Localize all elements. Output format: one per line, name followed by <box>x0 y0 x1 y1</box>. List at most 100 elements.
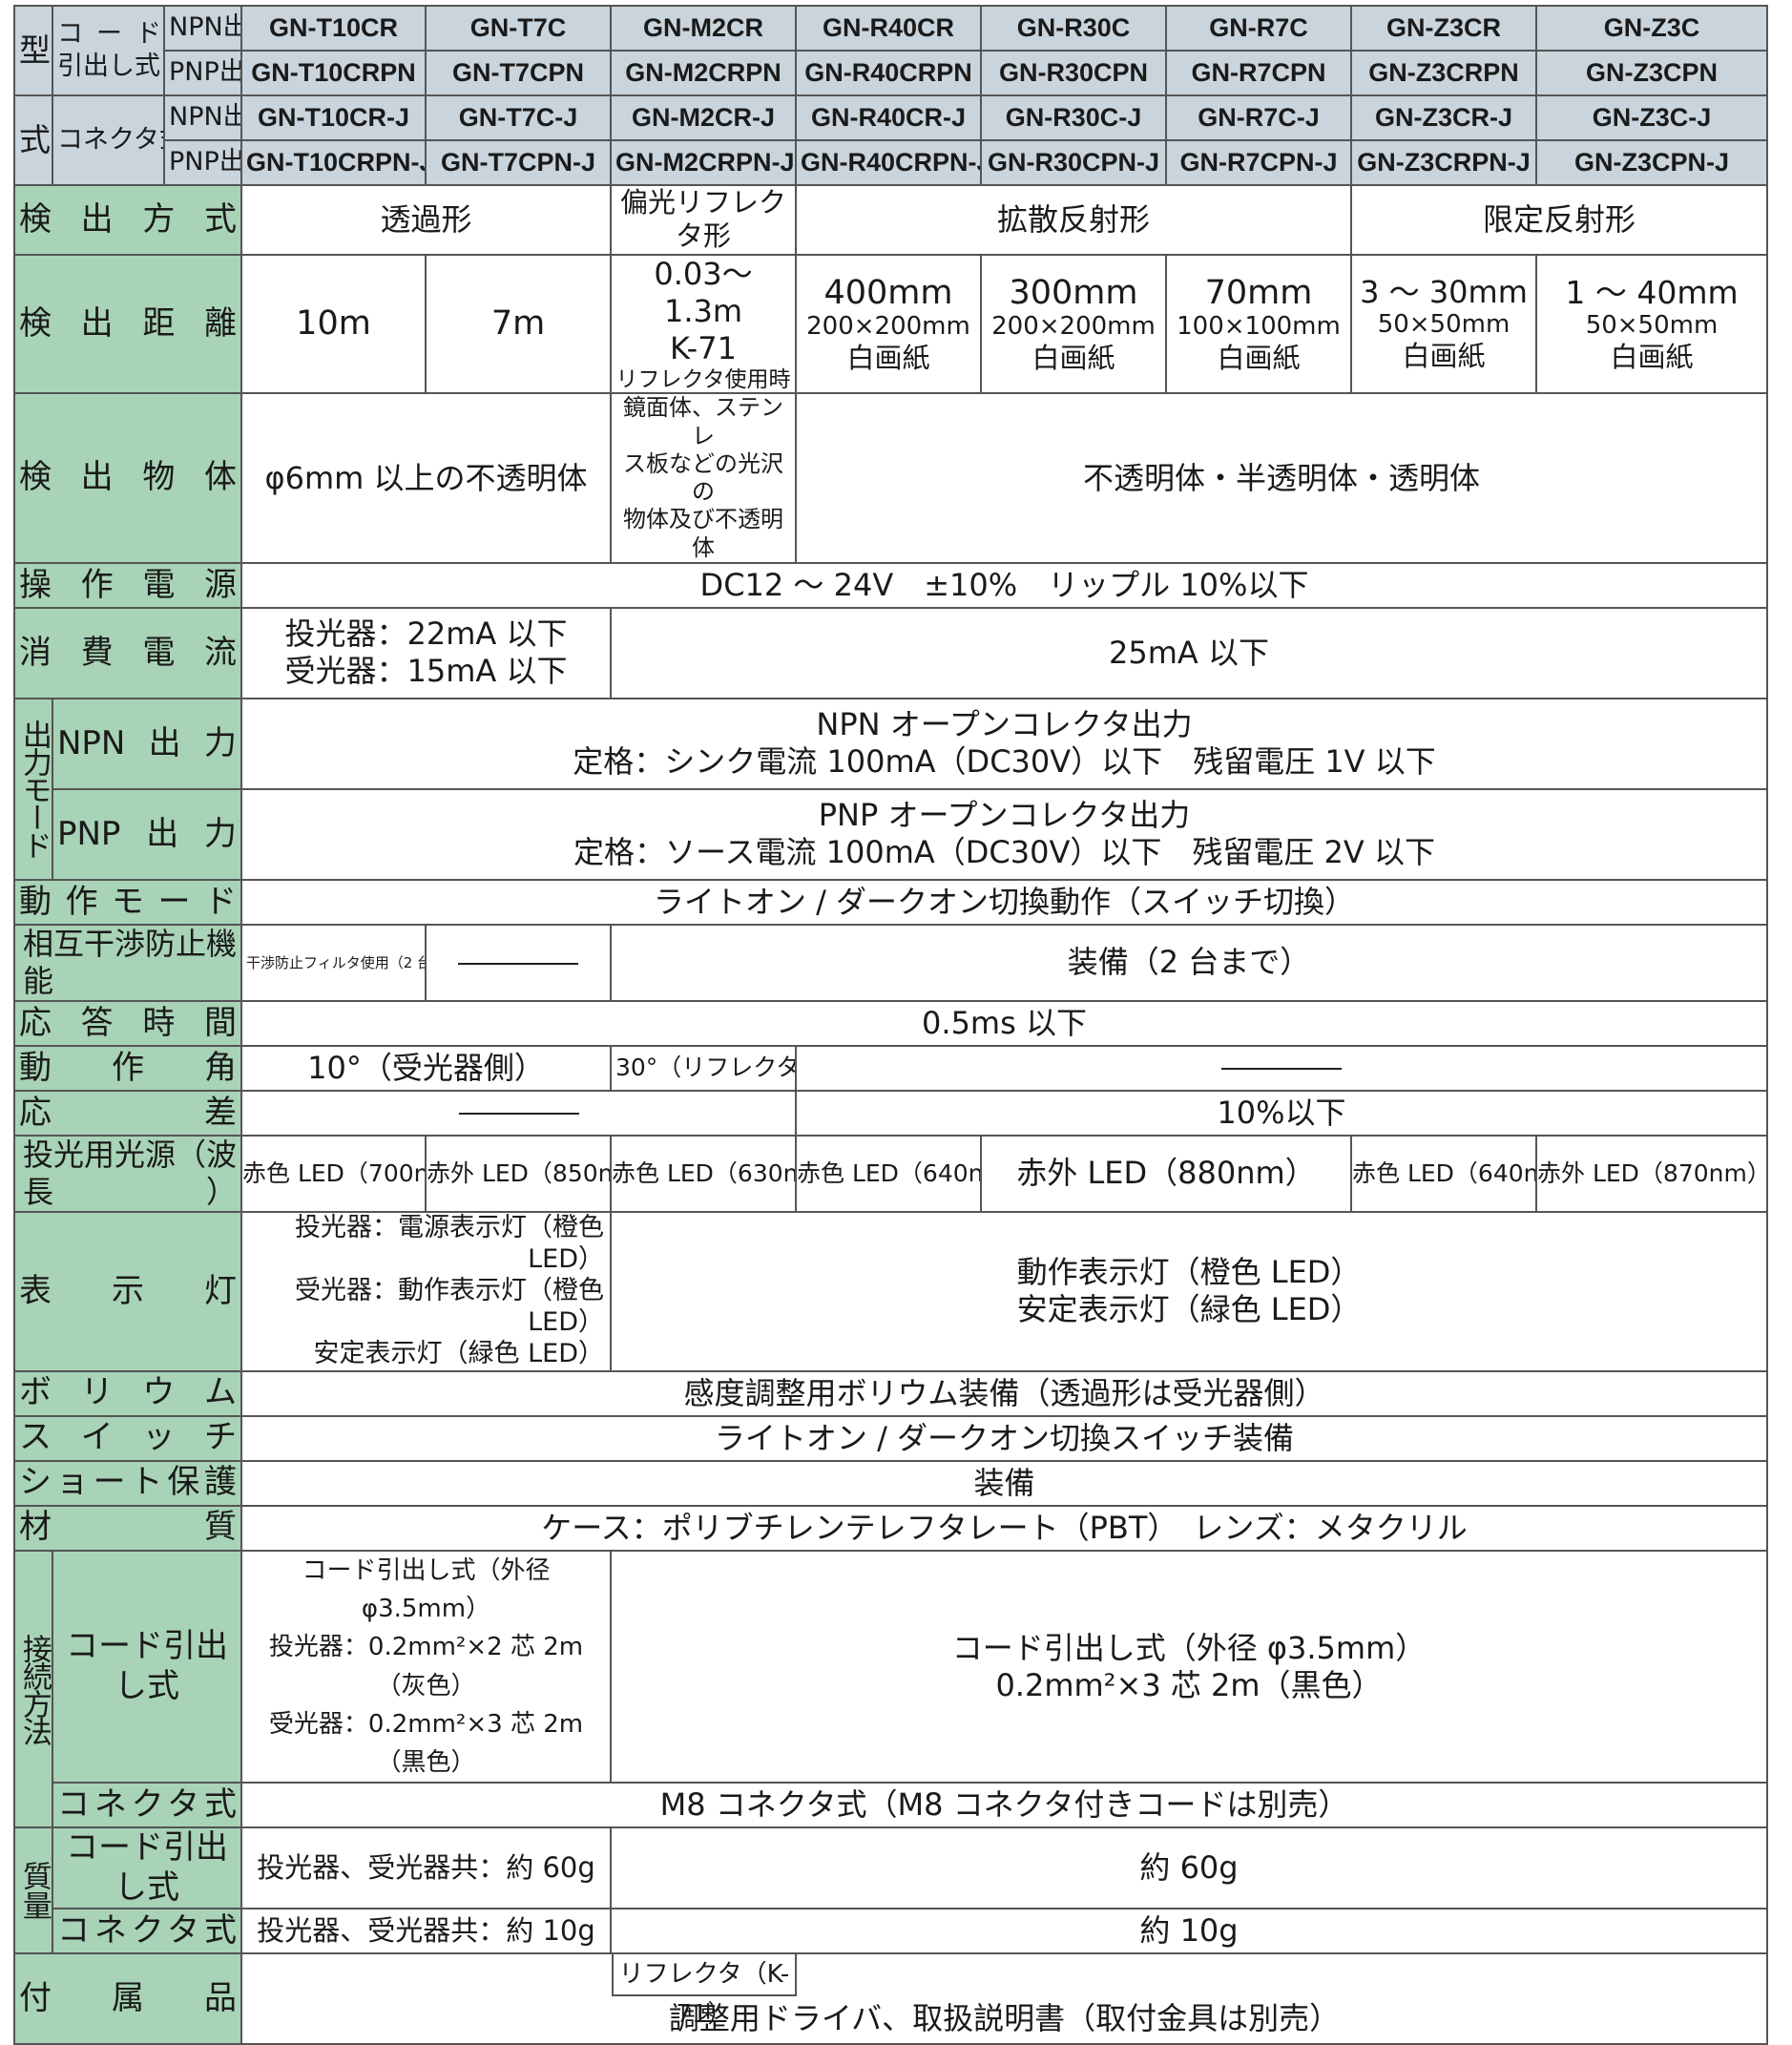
row-weight-connector: コネクタ式 投光器、受光器共：約 10g 約 10g <box>14 1908 1768 1955</box>
distance-t10: 10m <box>240 253 427 395</box>
label-weight-cord: コード引出し式 <box>52 1826 242 1910</box>
model-header-pnp: PNP出力 <box>163 139 242 186</box>
label-detection-object: 検出物体 <box>13 392 242 564</box>
short-protection-value: 装備 <box>240 1459 1768 1507</box>
spec-table: 型 コード 引出し式 NPN出力 GN-T10CR GN-T7C GN-M2CR… <box>13 5 1768 2045</box>
response-value: 0.5ms 以下 <box>240 999 1768 1047</box>
distance-z3cr-sub2: 白画紙 <box>1402 340 1486 373</box>
label-connection-cord: コード引出し式 <box>52 1549 242 1784</box>
model-header-kata: 型 <box>13 5 53 96</box>
label-accessory: 付属品 <box>13 1952 242 2045</box>
row-detection-distance: 検出距離 10m 7m 0.03〜1.3m K-71 リフレクタ使用時 400m… <box>13 253 1768 395</box>
distance-r40-main: 400mm <box>823 273 953 312</box>
distance-r7-sub2: 白画紙 <box>1217 342 1301 375</box>
distance-r40-sub2: 白画紙 <box>846 342 930 375</box>
model-cell: GN-Z3CR <box>1350 5 1537 52</box>
model-cell: GN-R30CPN-J <box>980 139 1167 186</box>
label-volume: ボリウム <box>13 1369 242 1417</box>
model-cell: GN-T10CRPN-J <box>240 139 427 186</box>
distance-z3c-main: 1 〜 40mm <box>1565 273 1739 311</box>
label-switch: スイッチ <box>13 1414 242 1462</box>
value-limited: 限定反射形 <box>1350 184 1768 256</box>
distance-r40-sub1: 200×200mm <box>806 312 970 342</box>
angle-polarized: 30°（リフレクタ側） <box>610 1044 797 1092</box>
distance-m2-main: 0.03〜1.3m <box>654 255 753 329</box>
distance-r30-sub1: 200×200mm <box>991 312 1156 342</box>
light-source-z3c: 赤外 LED（870nm） <box>1535 1134 1768 1214</box>
model-cell: GN-Z3C <box>1535 5 1768 52</box>
indicator-t-l1: 投光器：電源表示灯（橙色 LED） <box>295 1213 604 1274</box>
model-header-shiki: 式 <box>13 94 53 186</box>
row-hysteresis: 応差 10%以下 <box>13 1089 1768 1137</box>
distance-z3c-sub1: 50×50mm <box>1585 311 1719 340</box>
row-light-source: 投光用光源（波長） 赤色 LED（700nm） 赤外 LED（850nm） 赤色… <box>13 1134 1768 1214</box>
model-cell: GN-Z3CRPN <box>1350 50 1537 96</box>
light-source-z3cr: 赤色 LED（640nm） <box>1350 1134 1537 1214</box>
distance-t7: 7m <box>425 253 612 395</box>
row-detection-method: 検出方式 透過形 偏光リフレクタ形 拡散反射形 限定反射形 <box>13 184 1768 256</box>
indicator-other: 動作表示灯（橙色 LED） 安定表示灯（緑色 LED） <box>610 1211 1768 1372</box>
distance-z3c-sub2: 白画紙 <box>1610 340 1694 373</box>
row-power: 操作電源 DC12 〜 24V ±10% リップル 10%以下 <box>13 561 1768 609</box>
object-polarized: 鏡面体、ステンレ ス板などの光沢の 物体及び不透明体 <box>610 392 797 564</box>
model-header-cord-line1: コード <box>57 19 164 50</box>
row-operation-mode: 動作モード ライトオン / ダークオン切換動作（スイッチ切換） <box>13 878 1768 926</box>
model-cell: GN-T10CR-J <box>240 94 427 141</box>
model-cell: GN-T10CRPN <box>240 50 427 96</box>
hysteresis-none <box>240 1089 797 1137</box>
label-output-pnp: PNP出力 <box>52 787 242 881</box>
row-indicator: 表示灯 投光器：電源表示灯（橙色 LED） 受光器：動作表示灯（橙色 LED） … <box>13 1211 1768 1372</box>
model-cell: GN-Z3CRPN-J <box>1350 139 1537 186</box>
model-cell: GN-R30C-J <box>980 94 1167 141</box>
model-cell: GN-T10CR <box>240 5 427 52</box>
current-transmissive: 投光器：22mA 以下 受光器：15mA 以下 <box>240 606 612 699</box>
row-weight-cord: 質量 コード引出し式 投光器、受光器共：約 60g 約 60g <box>13 1826 1768 1955</box>
label-light-source: 投光用光源（波長） <box>13 1134 242 1214</box>
accessory-reflector: リフレクタ（K-71） <box>612 1955 797 2029</box>
model-cell: GN-Z3CPN-J <box>1535 139 1768 186</box>
model-cell: GN-Z3CR-J <box>1350 94 1537 141</box>
output-pnp-l1: PNP オープンコレクタ出力 <box>818 797 1191 834</box>
power-value: DC12 〜 24V ±10% リップル 10%以下 <box>240 561 1768 609</box>
current-other: 25mA 以下 <box>610 606 1768 699</box>
interference-t10: 干渉防止フィルタ使用（2 台まで） <box>240 923 427 1002</box>
output-npn: NPN オープンコレクタ出力 定格：シンク電流 100mA（DC30V）以下 残… <box>240 697 1768 790</box>
distance-z3c: 1 〜 40mm 50×50mm 白画紙 <box>1535 253 1768 395</box>
row-accessory: 付属品 リフレクタ（K-71） 調整用ドライバ、取扱説明書（取付金具は別売） <box>13 1952 1768 2045</box>
row-connection-connector: コネクタ式 M8 コネクタ式（M8 コネクタ付きコードは別売） <box>14 1782 1768 1829</box>
accessory-cell: リフレクタ（K-71） 調整用ドライバ、取扱説明書（取付金具は別売） <box>240 1952 1768 2045</box>
distance-m2: 0.03〜1.3m K-71 リフレクタ使用時 <box>610 253 797 395</box>
object-polarized-l1: 鏡面体、ステンレ <box>623 394 783 449</box>
model-cell: GN-Z3CPN <box>1535 50 1768 96</box>
output-npn-l1: NPN オープンコレクタ出力 <box>816 706 1193 743</box>
label-operation-mode: 動作モード <box>13 878 242 926</box>
model-cell: GN-M2CR-J <box>610 94 797 141</box>
distance-z3cr-sub1: 50×50mm <box>1377 310 1511 340</box>
row-current: 消費電流 投光器：22mA 以下 受光器：15mA 以下 25mA 以下 <box>13 606 1768 699</box>
distance-z3cr: 3 〜 30mm 50×50mm 白画紙 <box>1350 253 1537 395</box>
row-volume: ボリウム 感度調整用ボリウム装備（透過形は受光器側） <box>13 1369 1768 1417</box>
model-cell: GN-R40CR-J <box>795 94 982 141</box>
distance-r30: 300mm 200×200mm 白画紙 <box>980 253 1167 395</box>
distance-r40: 400mm 200×200mm 白画紙 <box>795 253 982 395</box>
model-header-npn: NPN出力 <box>163 94 242 141</box>
interference-other: 装備（2 台まで） <box>610 923 1768 1002</box>
distance-r7-sub1: 100×100mm <box>1177 312 1341 342</box>
connection-cord-o-l1: コード引出し式（外径 φ3.5mm） <box>951 1629 1427 1666</box>
output-pnp-l2: 定格：ソース電流 100mA（DC30V）以下 残留電圧 2V 以下 <box>573 834 1435 871</box>
output-npn-l2: 定格：シンク電流 100mA（DC30V）以下 残留電圧 1V 以下 <box>573 743 1436 781</box>
indicator-t-l3: 安定表示灯（緑色 LED） <box>313 1338 604 1368</box>
label-power: 操作電源 <box>13 561 242 609</box>
current-transmissive-l2: 受光器：15mA 以下 <box>284 653 568 690</box>
weight-cord-transmissive: 投光器、受光器共：約 60g <box>240 1826 612 1910</box>
accessory-value: 調整用ドライバ、取扱説明書（取付金具は別売） <box>668 2000 1341 2037</box>
angle-other-none <box>795 1044 1768 1092</box>
indicator-transmissive: 投光器：電源表示灯（橙色 LED） 受光器：動作表示灯（橙色 LED） 安定表示… <box>240 1211 612 1372</box>
accessory-wrap: リフレクタ（K-71） 調整用ドライバ、取扱説明書（取付金具は別売） <box>243 1955 1765 2042</box>
row-interference: 相互干渉防止機能 干渉防止フィルタ使用（2 台まで） 装備（2 台まで） <box>13 923 1768 1002</box>
label-weight-connector: コネクタ式 <box>52 1908 242 1955</box>
model-cell: GN-R30CPN <box>980 50 1167 96</box>
label-hysteresis: 応差 <box>13 1089 242 1137</box>
label-current: 消費電流 <box>13 606 242 699</box>
material-value: ケース：ポリブチレンテレフタレート（PBT） レンズ：メタクリル <box>240 1504 1768 1552</box>
